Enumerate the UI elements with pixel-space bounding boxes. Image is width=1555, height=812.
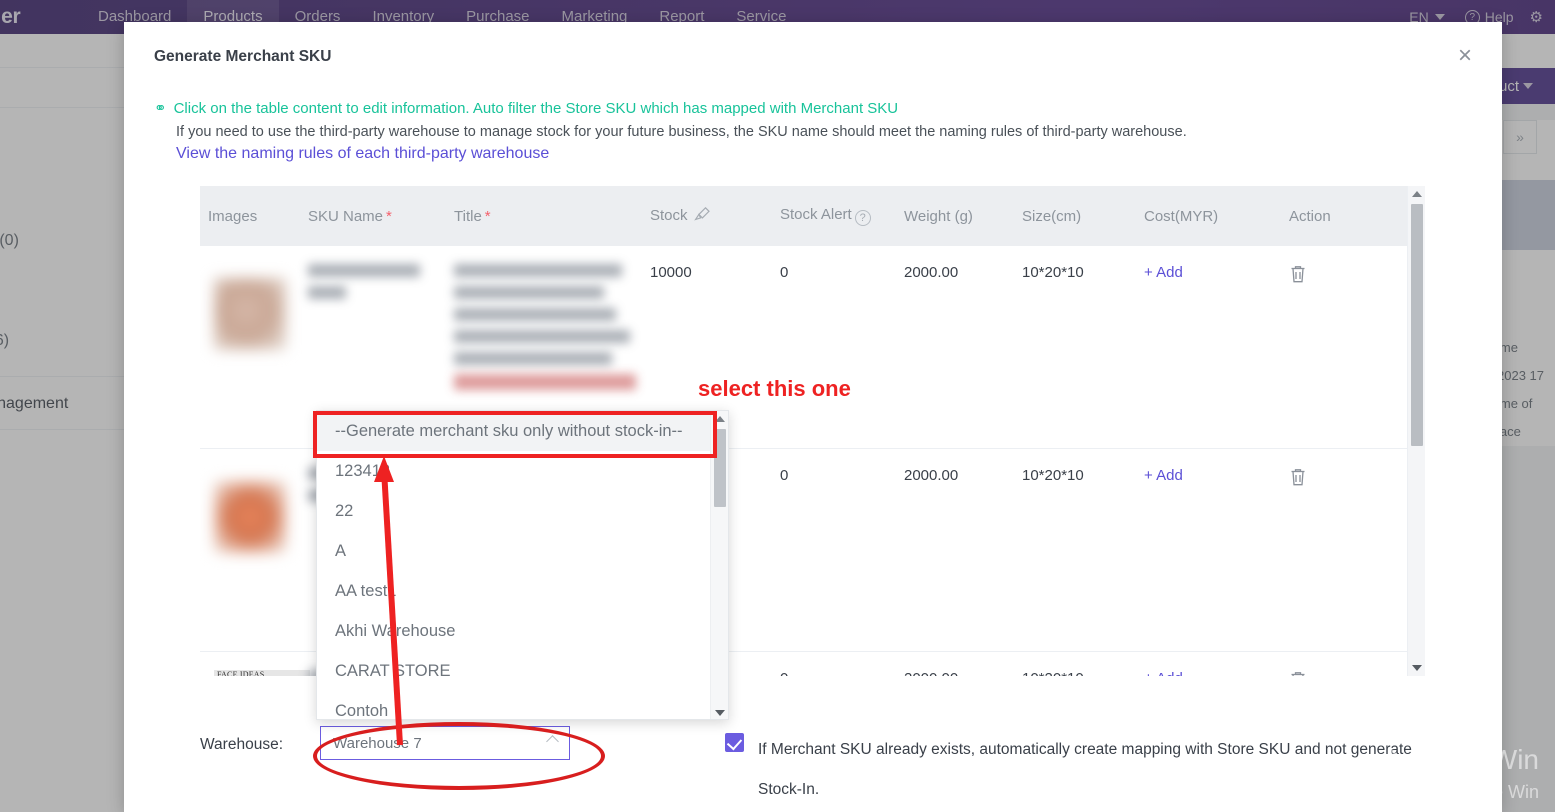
col-stock-label: Stock (650, 206, 688, 224)
row-images-cell[interactable] (200, 246, 300, 448)
annotation-label: select this one (698, 376, 851, 401)
col-cost-label: Cost(MYR) (1144, 207, 1219, 225)
tip-green-row: ⚭ Click on the table content to edit inf… (154, 98, 1472, 120)
col-sku-name-label: SKU Name (308, 207, 384, 225)
auto-mapping-checkbox-row[interactable]: If Merchant SKU already exists, automati… (725, 730, 1445, 810)
col-stock-alert-label: Stock Alert (780, 206, 852, 223)
trash-icon[interactable] (1289, 469, 1307, 491)
row-action-cell[interactable] (1281, 449, 1391, 651)
col-images-label: Images (208, 207, 258, 225)
close-icon[interactable]: × (1450, 42, 1480, 72)
annotation-rectangle (313, 411, 717, 458)
add-cost-link[interactable]: + Add (1144, 670, 1183, 676)
warehouse-label: Warehouse: (200, 736, 283, 753)
bulb-icon: ⚭ (154, 100, 167, 117)
row-images-cell[interactable]: FACE IDEAS (200, 652, 310, 676)
col-action-label: Action (1289, 207, 1331, 225)
col-images: Images (200, 208, 300, 225)
col-cost: Cost(MYR) (1136, 208, 1281, 225)
scroll-down-icon[interactable] (715, 710, 725, 716)
naming-rules-link[interactable]: View the naming rules of each third-part… (176, 145, 1472, 163)
col-weight: Weight (g) (896, 208, 1014, 225)
row-weight-cell[interactable]: 2000.00 (896, 652, 1014, 676)
auto-mapping-checkbox[interactable] (725, 733, 744, 752)
add-cost-link[interactable]: + Add (1144, 467, 1183, 484)
row-weight-cell[interactable]: 2000.00 (896, 246, 1014, 448)
table-scrollbar[interactable] (1407, 186, 1425, 676)
row-images-cell[interactable] (200, 449, 300, 651)
product-thumbnail[interactable] (214, 278, 286, 350)
col-title-label: Title (454, 207, 482, 225)
screen-root: ller Dashboard Products Orders Inventory… (0, 0, 1555, 812)
auto-mapping-label: If Merchant SKU already exists, automati… (758, 741, 1412, 798)
question-icon[interactable]: ? (854, 210, 871, 226)
dropdown-option-5[interactable]: Akhi Warehouse (317, 611, 728, 651)
dropdown-option-6[interactable]: CARAT STORE (317, 651, 728, 691)
product-thumbnail[interactable] (214, 481, 286, 553)
row-alert-cell[interactable]: 0 (772, 449, 896, 651)
required-asterisk: * (386, 207, 392, 225)
row-cost-cell[interactable]: + Add (1136, 652, 1281, 676)
col-stock-alert: Stock Alert? (772, 206, 896, 226)
tip-green-text: Click on the table content to edit infor… (173, 100, 899, 117)
row-alert-cell[interactable]: 0 (772, 652, 896, 676)
dialog-title: Generate Merchant SKU (154, 48, 332, 65)
product-thumbnail[interactable]: FACE IDEAS (214, 670, 310, 676)
tip-gray-text: If you need to use the third-party wareh… (176, 124, 1187, 140)
trash-icon[interactable] (1289, 672, 1307, 676)
table-header-row: Images SKU Name * Title * Stock Stock Al… (200, 186, 1425, 246)
broom-icon[interactable] (693, 206, 711, 227)
col-weight-label: Weight (g) (904, 207, 973, 225)
col-stock: Stock (642, 206, 772, 227)
row-size-cell[interactable]: 10*20*10 (1014, 246, 1136, 448)
row-action-cell[interactable] (1281, 652, 1391, 676)
col-size-label: Size(cm) (1022, 207, 1082, 225)
dropdown-option-3[interactable]: A (317, 531, 728, 571)
add-cost-link[interactable]: + Add (1144, 264, 1183, 281)
trash-icon[interactable] (1289, 266, 1307, 288)
scroll-up-icon[interactable] (1412, 191, 1422, 197)
table-scrollbar-thumb[interactable] (1411, 204, 1423, 446)
annotation-ellipse (313, 722, 605, 790)
dropdown-option-7[interactable]: Contoh (317, 691, 728, 719)
col-sku-name: SKU Name * (300, 208, 446, 225)
row-weight-cell[interactable]: 2000.00 (896, 449, 1014, 651)
row-size-cell[interactable]: 10*20*10 (1014, 652, 1136, 676)
row-cost-cell[interactable]: + Add (1136, 449, 1281, 651)
row-action-cell[interactable] (1281, 246, 1391, 448)
row-alert-cell[interactable]: 0 (772, 246, 896, 448)
required-asterisk: * (484, 207, 491, 225)
thumbnail-brand-label: FACE IDEAS (214, 670, 310, 676)
col-size: Size(cm) (1014, 208, 1136, 225)
dropdown-option-4[interactable]: AA test1 (317, 571, 728, 611)
col-title: Title * (446, 208, 642, 225)
tip-block: ⚭ Click on the table content to edit inf… (154, 98, 1472, 163)
col-action: Action (1281, 208, 1391, 225)
scroll-down-icon[interactable] (1412, 665, 1422, 671)
dropdown-option-2[interactable]: 22 (317, 491, 728, 531)
row-size-cell[interactable]: 10*20*10 (1014, 449, 1136, 651)
row-cost-cell[interactable]: + Add (1136, 246, 1281, 448)
